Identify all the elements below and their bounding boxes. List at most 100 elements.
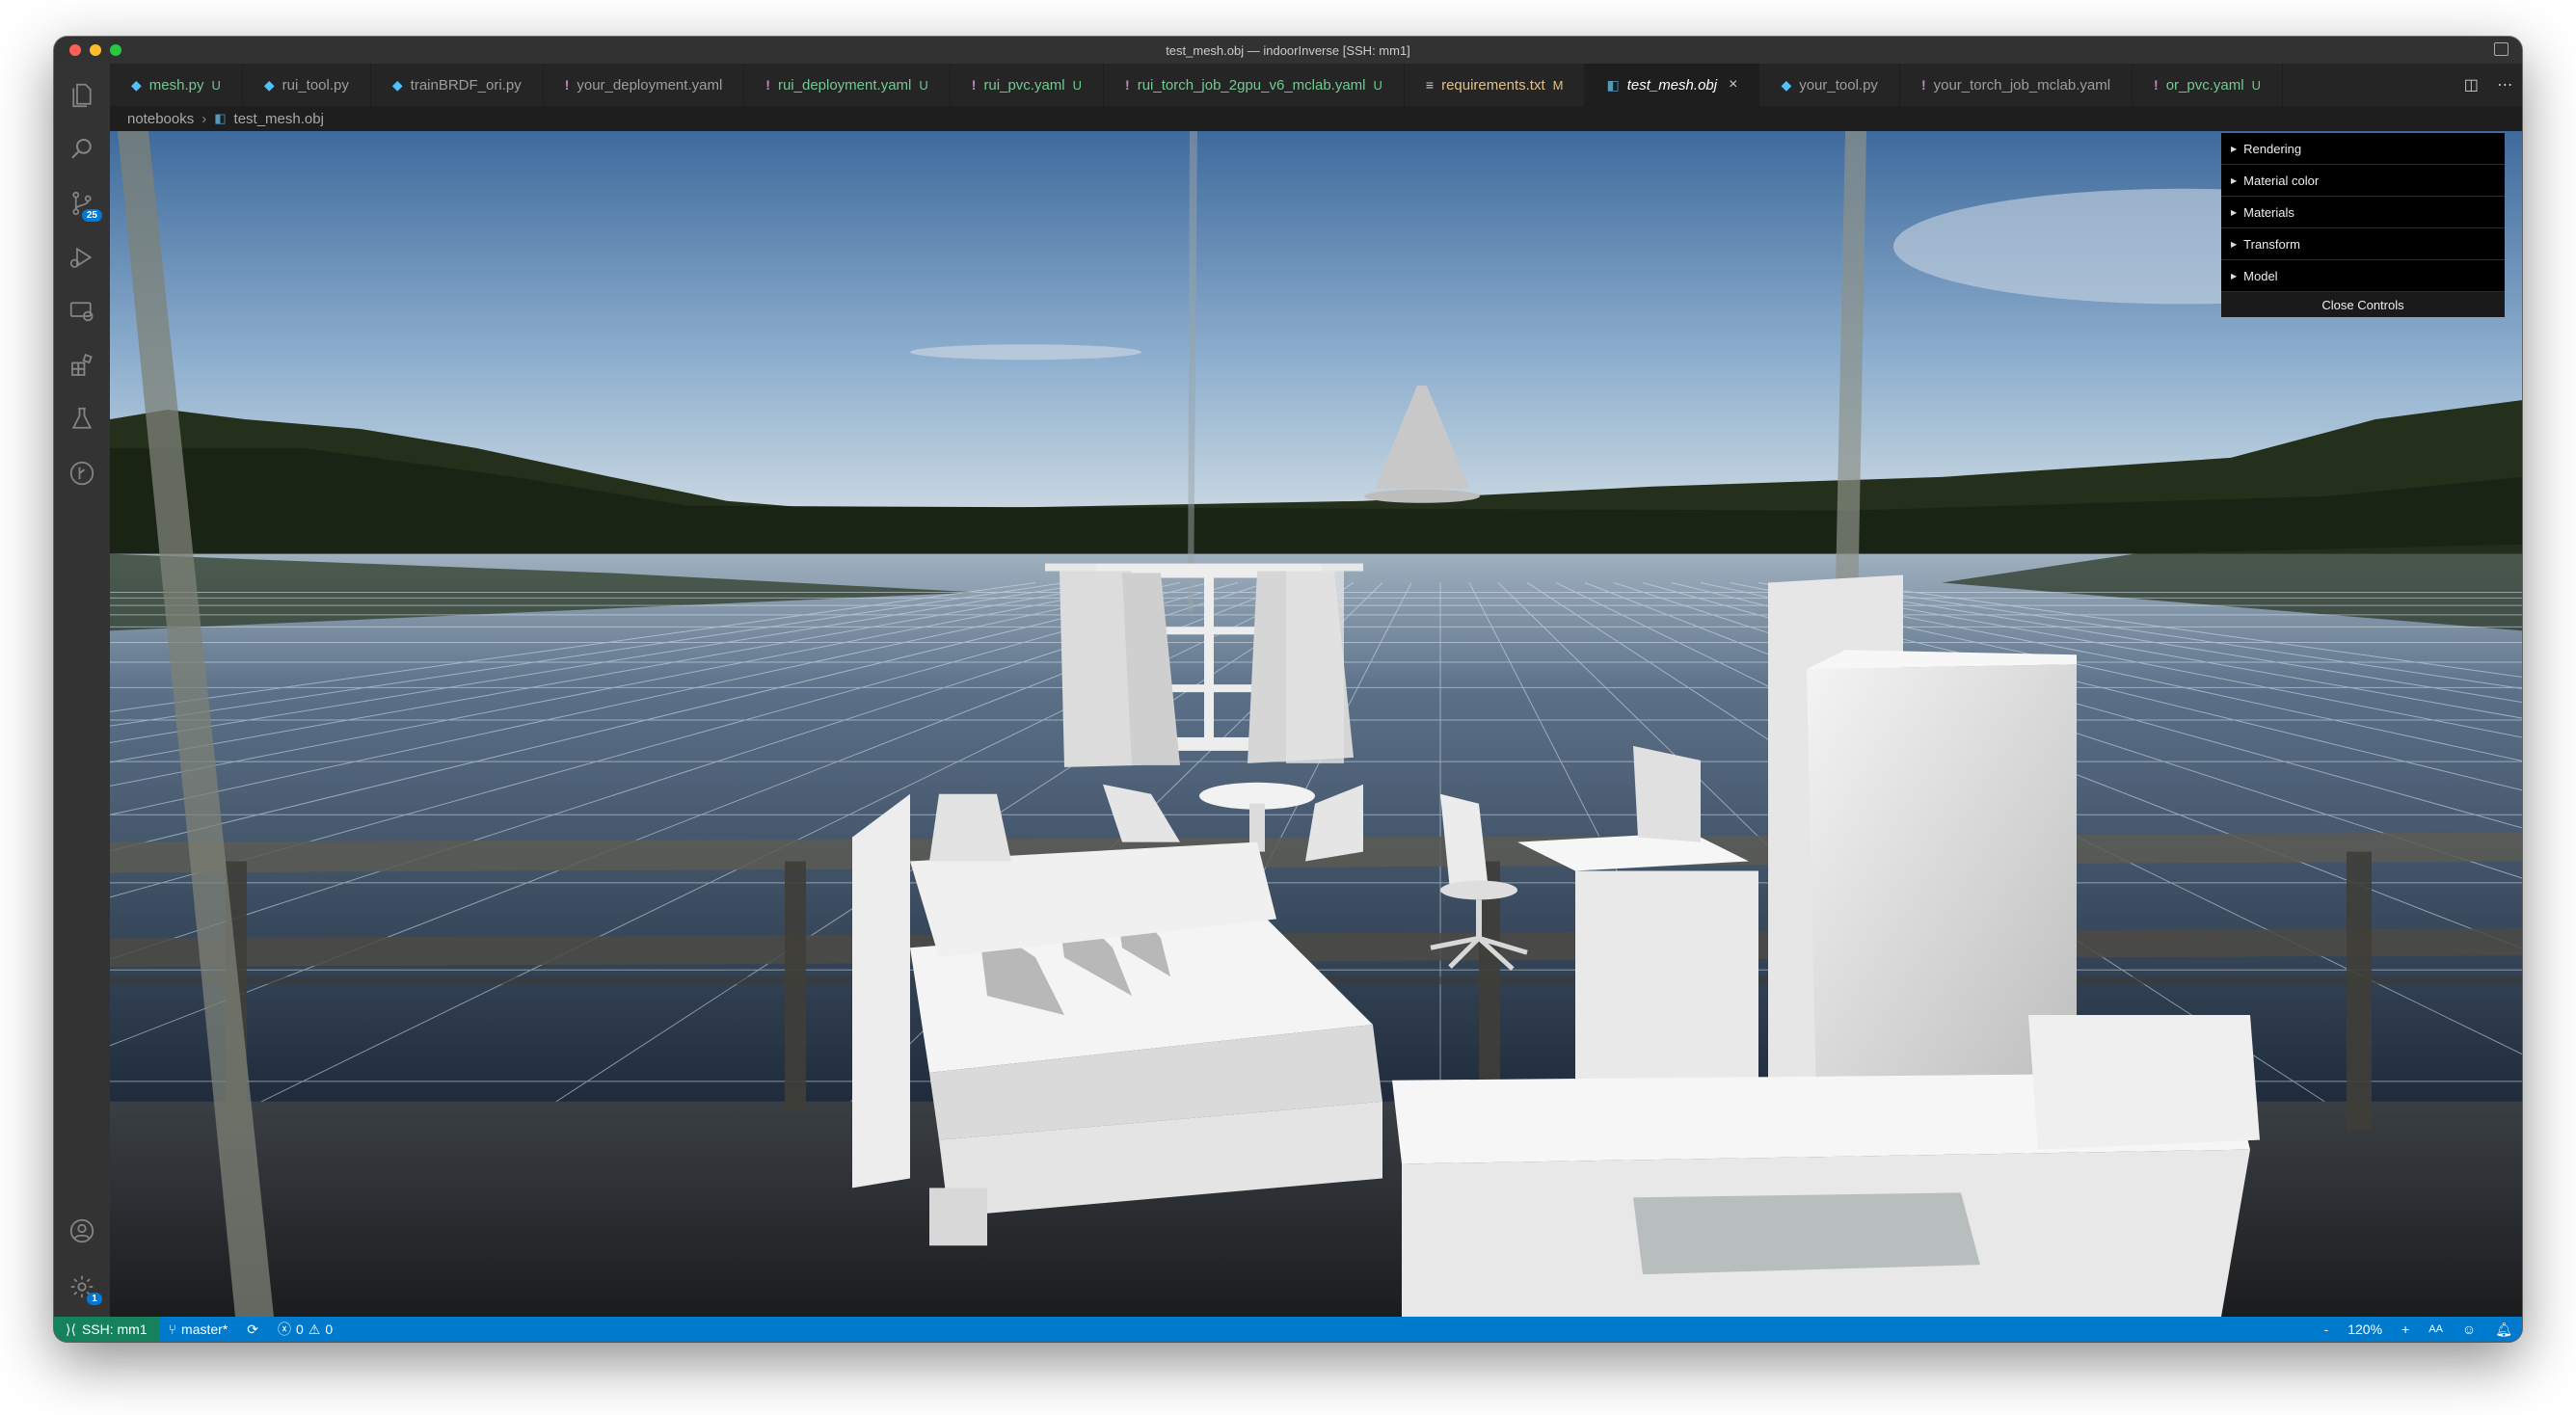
remote-icon: ⟩⟨ xyxy=(66,1321,76,1337)
obj-file-icon: ◧ xyxy=(214,111,227,125)
tab-your-deployment-yaml[interactable]: ! your_deployment.yaml xyxy=(544,64,745,106)
sync-button[interactable]: ⟳ xyxy=(237,1317,268,1342)
controls-folder-model[interactable]: ▶ Model xyxy=(2221,260,2505,292)
tab-label: mesh.py xyxy=(148,76,204,93)
controls-panel: ▶ Rendering ▶ Material color ▶ Materials ▶ Tran… xyxy=(2221,133,2505,317)
tab-trainbrdf-ori-py[interactable]: ◆ trainBRDF_ori.py xyxy=(371,64,544,106)
tab-your-tool-py[interactable]: ◆ your_tool.py xyxy=(1759,64,1900,106)
caret-right-icon: ▶ xyxy=(2231,207,2238,217)
problems-indicator[interactable]: ⓧ 0 ⚠ 0 xyxy=(268,1317,342,1342)
tab-your-torch-job-mclab-yaml[interactable]: ! your_torch_job_mclab.yaml xyxy=(1900,64,2133,106)
manage-button[interactable]: 1 xyxy=(54,1261,110,1313)
layout-icon[interactable] xyxy=(2494,42,2509,56)
feedback-button[interactable]: ☺ xyxy=(2453,1317,2485,1342)
tab-test-mesh-obj[interactable]: ◧ test_mesh.obj × xyxy=(1585,64,1760,106)
vscode-window: test_mesh.obj — indoorInverse [SSH: mm1]… xyxy=(54,37,2522,1342)
remote-label: SSH: mm1 xyxy=(81,1322,148,1337)
extensions-icon xyxy=(71,353,93,376)
bell-icon: 🔔︎ xyxy=(2495,1321,2512,1337)
branch-label: master* xyxy=(181,1322,228,1337)
caret-right-icon: ▶ xyxy=(2231,144,2238,153)
controls-folder-rendering[interactable]: ▶ Rendering xyxy=(2221,133,2505,165)
tab-mesh-py[interactable]: ◆ mesh.py U xyxy=(110,64,243,106)
yaml-file-icon: ! xyxy=(765,77,770,93)
source-control-badge: 25 xyxy=(81,209,102,222)
window-title: test_mesh.obj — indoorInverse [SSH: mm1] xyxy=(1166,42,1410,58)
tab-requirements-txt[interactable]: ≡ requirements.txt M xyxy=(1405,64,1586,106)
status-bar-right: - 120% + AA ☺ 🔔︎ xyxy=(2315,1317,2522,1342)
remote-indicator[interactable]: ⟩⟨ SSH: mm1 xyxy=(54,1317,159,1342)
tab-rui-pvc-yaml[interactable]: ! rui_pvc.yaml U xyxy=(951,64,1105,106)
controls-folder-label: Material color xyxy=(2243,173,2320,188)
tab-or-pvc-yaml[interactable]: ! or_pvc.yaml U xyxy=(2133,64,2283,106)
python-file-icon: ◆ xyxy=(391,76,403,93)
yaml-file-icon: ! xyxy=(2154,77,2159,93)
tab-label: rui_deployment.yaml xyxy=(777,76,912,93)
controls-folder-label: Rendering xyxy=(2243,141,2302,156)
controls-folder-transform[interactable]: ▶ Transform xyxy=(2221,228,2505,260)
breadcrumb-file[interactable]: test_mesh.obj xyxy=(234,111,324,127)
text-file-icon: ≡ xyxy=(1425,77,1435,93)
zoom-out-button[interactable]: - xyxy=(2315,1317,2339,1342)
notifications-button[interactable]: 🔔︎ xyxy=(2485,1317,2522,1342)
tab-rui-torch-job-2gpu-v6-mclab-yaml[interactable]: ! rui_torch_job_2gpu_v6_mclab.yaml U xyxy=(1104,64,1405,106)
controls-folder-materials[interactable]: ▶ Materials xyxy=(2221,197,2505,228)
tab-rui-deployment-yaml[interactable]: ! rui_deployment.yaml U xyxy=(744,64,951,106)
close-window-button[interactable] xyxy=(69,44,81,56)
zoom-in-button[interactable]: + xyxy=(2392,1317,2419,1342)
minimize-window-button[interactable] xyxy=(90,44,101,56)
testing-button[interactable] xyxy=(54,393,110,445)
explorer-button[interactable] xyxy=(54,69,110,121)
controls-folder-material-color[interactable]: ▶ Material color xyxy=(2221,165,2505,197)
yaml-file-icon: ! xyxy=(564,77,570,93)
mesh-viewer-canvas[interactable]: ▶ Rendering ▶ Material color ▶ Materials ▶ Tran… xyxy=(110,131,2522,1317)
close-controls-button[interactable]: Close Controls xyxy=(2221,292,2505,317)
yaml-file-icon: ! xyxy=(1920,77,1926,93)
search-button[interactable] xyxy=(54,123,110,175)
more-actions-icon[interactable]: ⋯ xyxy=(2497,75,2512,94)
title-bar: test_mesh.obj — indoorInverse [SSH: mm1] xyxy=(54,37,2522,64)
close-tab-icon[interactable]: × xyxy=(1729,76,1737,93)
branch-indicator[interactable]: ⑂ master* xyxy=(159,1317,238,1342)
warning-count: 0 xyxy=(325,1322,334,1337)
caret-right-icon: ▶ xyxy=(2231,271,2238,280)
zoom-level[interactable]: 120% xyxy=(2338,1317,2392,1342)
gitlens-button[interactable] xyxy=(54,447,110,499)
maximize-window-button[interactable] xyxy=(110,44,121,56)
source-control-button[interactable]: 25 xyxy=(54,177,110,229)
tab-label: rui_pvc.yaml xyxy=(983,76,1065,93)
split-editor-icon[interactable]: ◫ xyxy=(2464,75,2479,94)
remote-explorer-button[interactable] xyxy=(54,285,110,337)
controls-folder-label: Model xyxy=(2243,268,2278,283)
tab-label: your_torch_job_mclab.yaml xyxy=(1933,76,2111,93)
tab-git-status: U xyxy=(2251,77,2261,93)
error-count: 0 xyxy=(296,1322,304,1337)
editor-tabs: ◆ mesh.py U ◆ rui_tool.py ◆ trainBRDF_ori.py! y… xyxy=(110,64,2522,106)
git-branch-icon: ⑂ xyxy=(168,1322,177,1337)
extensions-button[interactable] xyxy=(54,339,110,391)
controls-folder-label: Materials xyxy=(2243,204,2294,220)
tab-label: rui_tool.py xyxy=(282,76,349,93)
scene-render[interactable] xyxy=(110,131,2522,1317)
chevron-right-icon: › xyxy=(201,110,207,127)
yaml-file-icon: ! xyxy=(971,77,977,93)
window-controls xyxy=(69,44,121,56)
run-debug-button[interactable] xyxy=(54,231,110,283)
run-debug-icon xyxy=(69,247,93,268)
controls-folder-label: Transform xyxy=(2243,236,2300,252)
python-file-icon: ◆ xyxy=(1781,76,1792,93)
tab-git-status: U xyxy=(1072,77,1083,93)
flask-icon xyxy=(71,407,93,429)
obj-file-icon: ◧ xyxy=(1606,76,1620,93)
accounts-button[interactable] xyxy=(54,1205,110,1257)
caret-right-icon: ▶ xyxy=(2231,239,2238,249)
breadcrumb-folder[interactable]: notebooks xyxy=(127,111,194,127)
caret-right-icon: ▶ xyxy=(2231,175,2238,185)
search-icon xyxy=(71,139,92,159)
tab-label: or_pvc.yaml xyxy=(2165,76,2244,93)
tab-label: test_mesh.obj xyxy=(1626,76,1718,93)
feedback-icon: ☺ xyxy=(2461,1322,2477,1337)
tab-rui-tool-py[interactable]: ◆ rui_tool.py xyxy=(243,64,371,106)
tab-label: rui_torch_job_2gpu_v6_mclab.yaml xyxy=(1137,76,1366,93)
font-size-button[interactable]: AA xyxy=(2419,1317,2453,1342)
